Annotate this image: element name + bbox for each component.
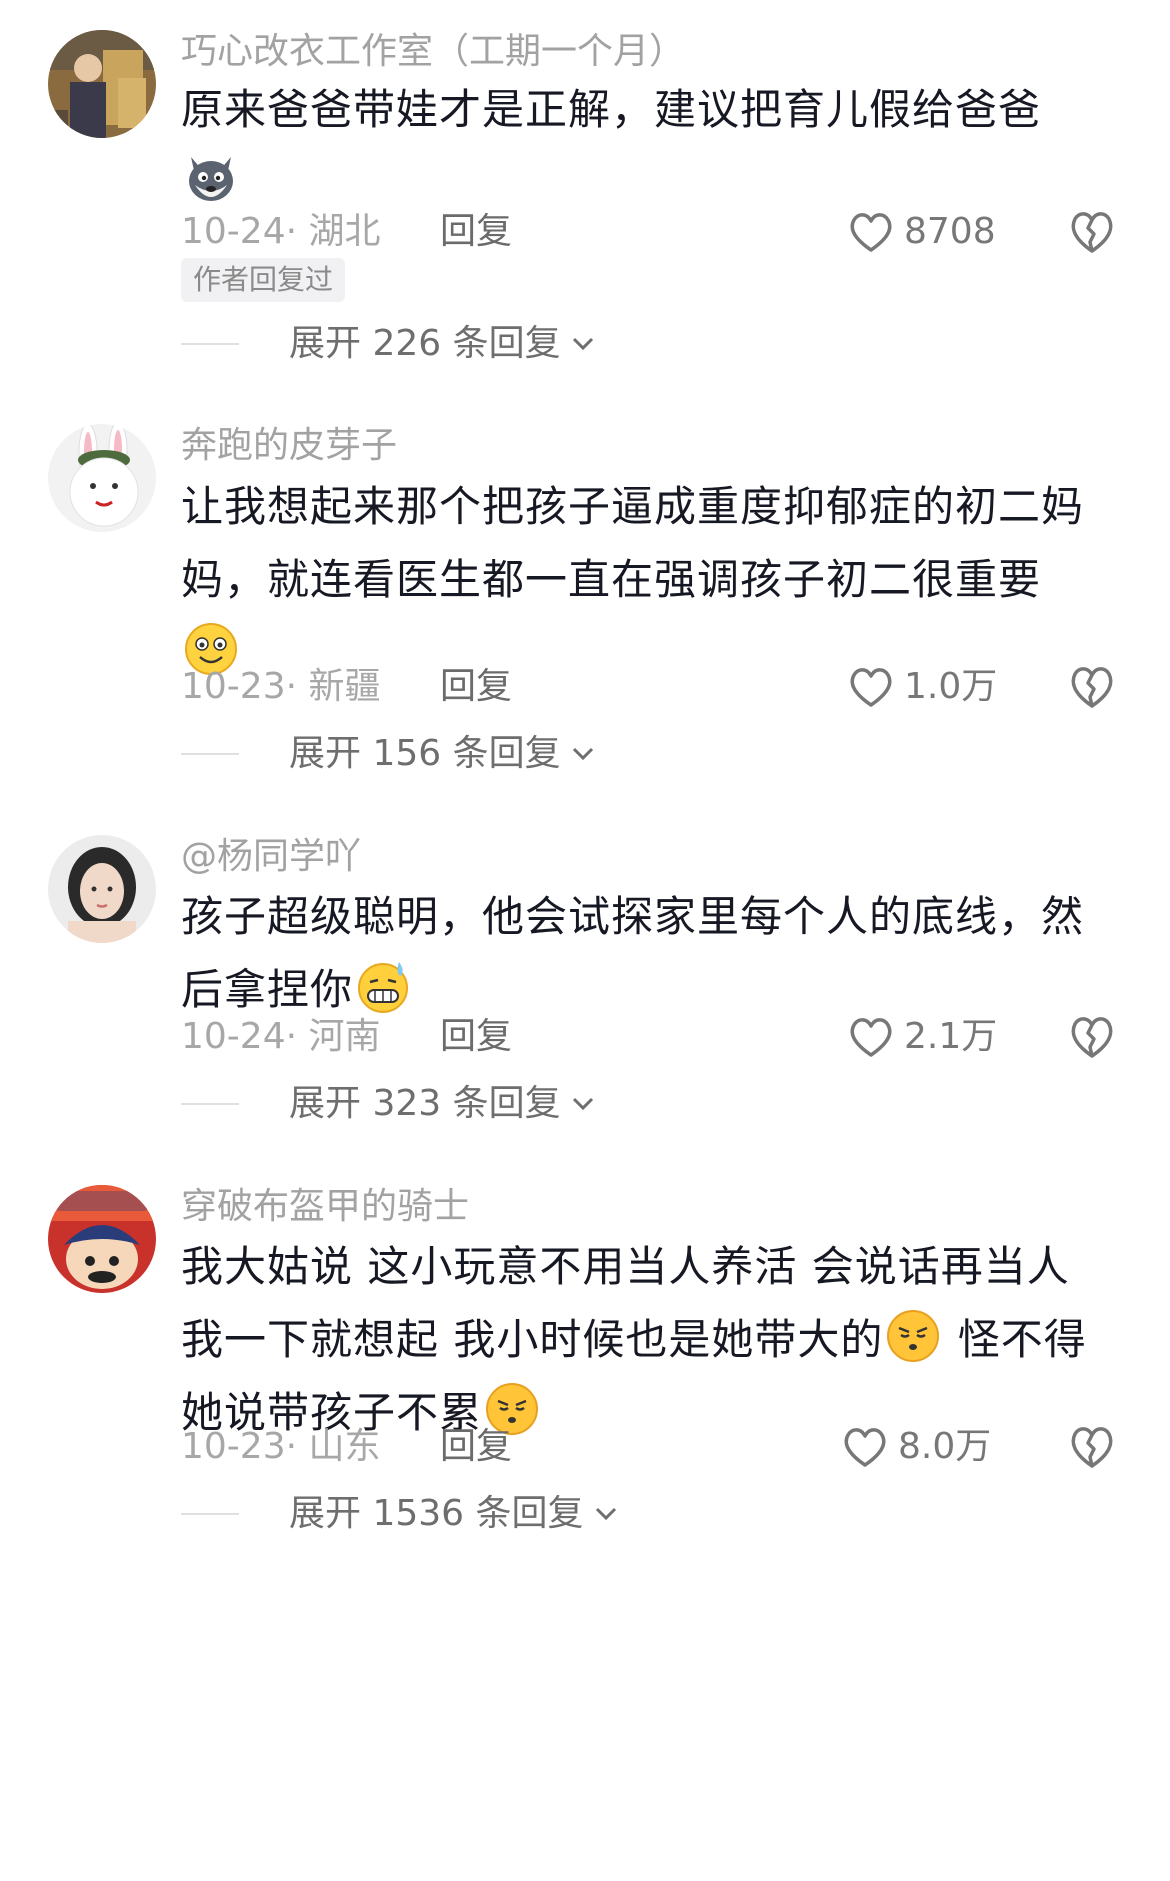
comment-text-line: 我一下就想起 我小时候也是她带大的 [181,1315,884,1364]
author-replied-badge: 作者回复过 [181,258,346,302]
like-button[interactable]: 8.0万 [842,1425,991,1469]
expand-replies-label: 展开 1536 条回复 [289,1493,584,1534]
comment-date-location: 10-24· 湖北 [181,211,381,252]
broken-heart-icon[interactable] [1068,663,1116,711]
avatar[interactable] [48,1185,156,1293]
comment-text-line-tail: 怪不得 [943,1315,1087,1364]
expand-replies-label: 展开 323 条回复 [289,1083,561,1124]
comment-text: 让我想起来那个把孩子逼成重度抑郁症的初二妈 妈，就连看医生都一直在强调孩子初二很… [181,470,1121,689]
like-count: 8.0万 [898,1426,992,1467]
heart-icon [844,1428,886,1467]
like-count: 1.0万 [904,666,998,707]
heart-icon [850,668,892,707]
username[interactable]: 奔跑的皮芽子 [181,424,397,468]
expand-replies-label: 展开 156 条回复 [289,733,561,774]
like-count: 8708 [904,211,996,252]
broken-heart-icon[interactable] [1068,1423,1116,1471]
reply-button[interactable]: 回复 [440,1425,512,1469]
comment-text-line: 原来爸爸带娃才是正解，建议把育儿假给爸爸 [181,85,1042,134]
avatar[interactable] [48,30,156,138]
emoji-line [181,146,1121,219]
comment-date-location: 10-23· 山东 [181,1426,381,1467]
chevron-down-icon [595,1507,616,1521]
avatar[interactable] [48,835,156,943]
chevron-down-icon [572,337,593,351]
comment-text: 孩子超级聪明，他会试探家里每个人的底线，然 后拿捏你 [181,880,1121,1026]
heart-icon [850,213,892,252]
avatar[interactable] [48,424,156,532]
divider [181,753,239,755]
broken-heart-icon[interactable] [1068,208,1116,256]
username[interactable]: 巧心改衣工作室（工期一个月） [181,30,685,74]
reply-button[interactable]: 回复 [440,210,512,254]
comment-text: 我大姑说 这小玩意不用当人养活 会说话再当人 我一下就想起 我小时候也是她带大的… [181,1230,1121,1449]
comment-text-line: 孩子超级聪明，他会试探家里每个人的底线，然 [181,892,1085,941]
divider [181,1103,239,1105]
husky-emoji [183,151,239,207]
heart-icon [850,1018,892,1057]
comment-date-location: 10-24· 河南 [181,1016,381,1057]
like-button[interactable]: 2.1万 [848,1015,997,1059]
comment-text: 原来爸爸带娃才是正解，建议把育儿假给爸爸 [181,73,1121,219]
comment-date-location: 10-23· 新疆 [181,666,381,707]
comment-text-line: 后拿捏你 [181,965,354,1014]
expand-replies-button[interactable]: 展开 226 条回复 [181,322,595,366]
expand-replies-button[interactable]: 展开 323 条回复 [181,1082,595,1126]
like-count: 2.1万 [904,1016,998,1057]
reply-button[interactable]: 回复 [440,665,512,709]
like-button[interactable]: 8708 [848,210,996,254]
smug-emoji [885,1308,941,1364]
expand-replies-label: 展开 226 条回复 [289,323,561,364]
chevron-down-icon [572,1097,593,1111]
divider [181,343,239,345]
expand-replies-button[interactable]: 展开 1536 条回复 [181,1492,618,1536]
comment-text-line: 我大姑说 这小玩意不用当人养活 会说话再当人 [181,1242,1070,1291]
reply-button[interactable]: 回复 [440,1015,512,1059]
expand-replies-button[interactable]: 展开 156 条回复 [181,732,595,776]
username[interactable]: 穿破布盔甲的骑士 [181,1185,469,1229]
broken-heart-icon[interactable] [1068,1013,1116,1061]
username[interactable]: @杨同学吖 [181,835,361,879]
chevron-down-icon [572,747,593,761]
grimace-sweat-emoji [355,958,411,1014]
comment-text-line: 妈，就连看医生都一直在强调孩子初二很重要 [181,555,1042,604]
comment-text-line: 让我想起来那个把孩子逼成重度抑郁症的初二妈 [181,482,1085,531]
divider [181,1513,239,1515]
like-button[interactable]: 1.0万 [848,665,997,709]
